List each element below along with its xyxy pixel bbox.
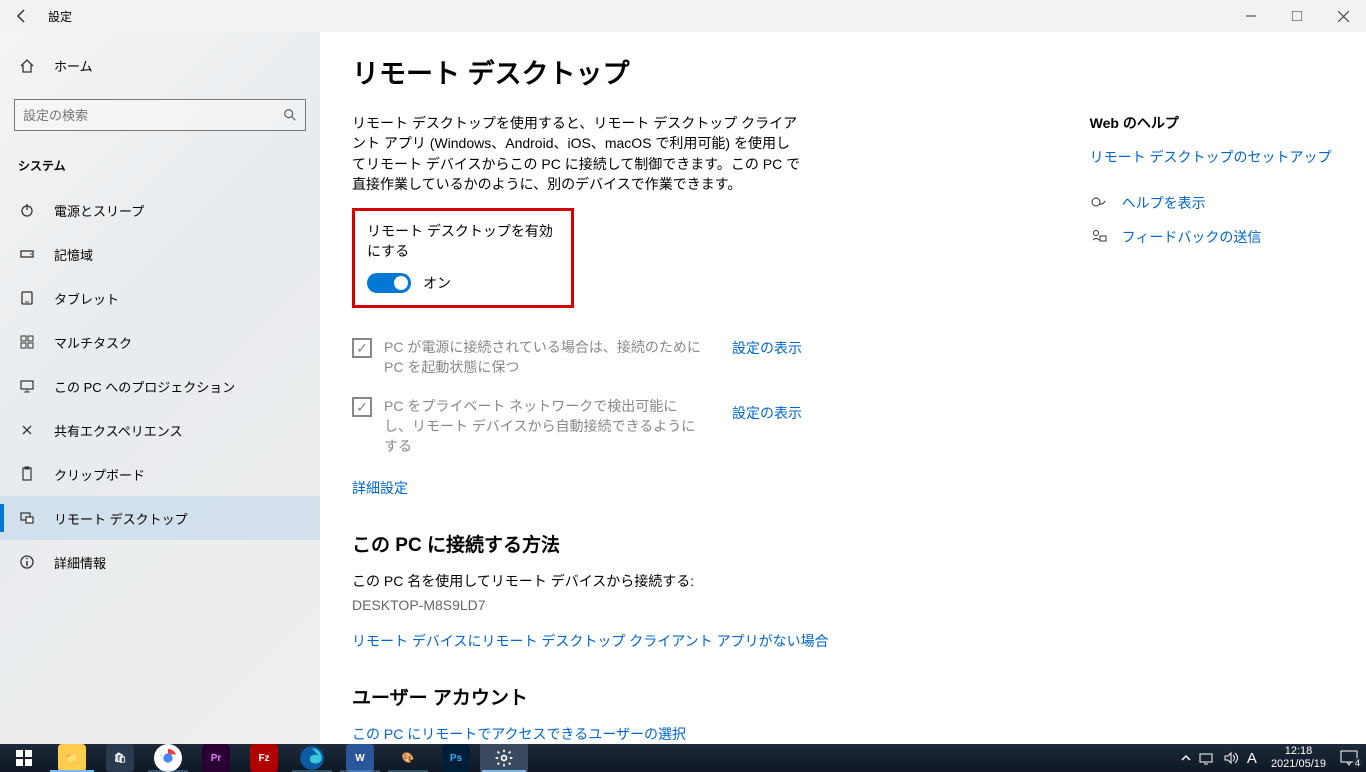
nav-label: 記憶域	[54, 245, 93, 264]
users-heading: ユーザー アカウント	[352, 683, 978, 710]
close-button[interactable]	[1320, 0, 1366, 32]
search-icon	[283, 108, 297, 122]
nav-remote-desktop[interactable]: リモート デスクトップ	[0, 496, 320, 540]
nav-tablet[interactable]: タブレット	[0, 276, 320, 320]
description: リモート デスクトップを使用すると、リモート デスクトップ クライアント アプリ…	[352, 113, 802, 194]
info-icon	[18, 554, 36, 570]
tray-chevron-icon[interactable]	[1181, 753, 1191, 763]
window-title: 設定	[44, 8, 72, 25]
nav-projection[interactable]: この PC へのプロジェクション	[0, 364, 320, 408]
show-settings-link-2[interactable]: 設定の表示	[732, 403, 802, 423]
tray-network-icon[interactable]	[1199, 751, 1215, 765]
nav-power-sleep[interactable]: 電源とスリープ	[0, 188, 320, 232]
feedback-icon	[1090, 229, 1108, 245]
show-help-row[interactable]: ヘルプを表示	[1090, 193, 1334, 213]
section-label: システム	[0, 139, 320, 188]
nav-label: 共有エクスペリエンス	[54, 421, 182, 440]
multitask-icon	[18, 334, 36, 350]
connect-heading: この PC に接続する方法	[352, 530, 978, 557]
tray-ime[interactable]: A	[1247, 750, 1257, 767]
shared-icon	[18, 422, 36, 438]
clipboard-icon	[18, 466, 36, 482]
advanced-settings-link[interactable]: 詳細設定	[352, 478, 978, 498]
titlebar: 設定	[0, 0, 1366, 32]
discoverable-checkbox[interactable]: ✓	[352, 397, 372, 417]
tray-action-center[interactable]: 4	[1340, 750, 1358, 766]
home-nav[interactable]: ホーム	[0, 48, 320, 83]
nav-label: 電源とスリープ	[54, 201, 144, 220]
minimize-button[interactable]	[1228, 0, 1274, 32]
content-area: リモート デスクトップ リモート デスクトップを使用すると、リモート デスクトッ…	[320, 32, 1366, 744]
power-icon	[18, 202, 36, 218]
nav-clipboard[interactable]: クリップボード	[0, 452, 320, 496]
nav-label: マルチタスク	[54, 333, 132, 352]
enable-rdp-toggle[interactable]	[367, 273, 411, 293]
home-label: ホーム	[54, 56, 93, 75]
show-settings-link-1[interactable]: 設定の表示	[732, 338, 802, 358]
clock-date: 2021/05/19	[1271, 758, 1326, 771]
nav-label: 詳細情報	[54, 553, 106, 572]
show-help-label: ヘルプを表示	[1122, 193, 1206, 213]
tray-volume-icon[interactable]	[1223, 751, 1239, 765]
tablet-icon	[18, 290, 36, 306]
page-heading: リモート デスクトップ	[352, 52, 1334, 91]
rdp-setup-link[interactable]: リモート デスクトップのセットアップ	[1090, 147, 1334, 167]
clock-time: 12:18	[1271, 745, 1326, 758]
maximize-button[interactable]	[1274, 0, 1320, 32]
nav-label: この PC へのプロジェクション	[54, 377, 235, 396]
help-icon	[1090, 195, 1108, 211]
notification-badge: 4	[1353, 758, 1362, 768]
send-feedback-row[interactable]: フィードバックの送信	[1090, 227, 1334, 247]
nav-label: クリップボード	[54, 465, 145, 484]
search-input[interactable]	[23, 108, 283, 123]
no-client-link[interactable]: リモート デバイスにリモート デスクトップ クライアント アプリがない場合	[352, 631, 978, 651]
check1-label: PC が電源に接続されている場合は、接続のために PC を起動状態に保つ	[384, 338, 704, 377]
back-button[interactable]	[0, 0, 44, 32]
projection-icon	[18, 378, 36, 394]
home-icon	[18, 58, 36, 74]
sidebar: ホーム システム 電源とスリープ 記憶域 タブレット	[0, 32, 320, 744]
select-users-link[interactable]: この PC にリモートでアクセスできるユーザーの選択	[352, 724, 978, 744]
toggle-label: リモート デスクトップを有効にする	[367, 221, 559, 261]
connect-desc: この PC 名を使用してリモート デバイスから接続する:	[352, 571, 978, 591]
nav-storage[interactable]: 記憶域	[0, 232, 320, 276]
nav-shared-experiences[interactable]: 共有エクスペリエンス	[0, 408, 320, 452]
storage-icon	[18, 246, 36, 262]
tray-clock[interactable]: 12:18 2021/05/19	[1265, 745, 1332, 771]
toggle-state: オン	[423, 273, 451, 293]
send-feedback-label: フィードバックの送信	[1122, 227, 1262, 247]
enable-rdp-block: リモート デスクトップを有効にする オン	[352, 208, 574, 308]
nav-about[interactable]: 詳細情報	[0, 540, 320, 584]
remote-icon	[18, 510, 36, 526]
check2-label: PC をプライベート ネットワークで検出可能にし、リモート デバイスから自動接続…	[384, 397, 704, 456]
pc-name: DESKTOP-M8S9LD7	[352, 597, 978, 613]
web-help-heading: Web のヘルプ	[1090, 113, 1334, 133]
nav-label: タブレット	[54, 289, 119, 308]
nav-multitask[interactable]: マルチタスク	[0, 320, 320, 364]
search-box[interactable]	[14, 99, 306, 131]
nav-label: リモート デスクトップ	[54, 509, 188, 528]
keep-awake-checkbox[interactable]: ✓	[352, 338, 372, 358]
